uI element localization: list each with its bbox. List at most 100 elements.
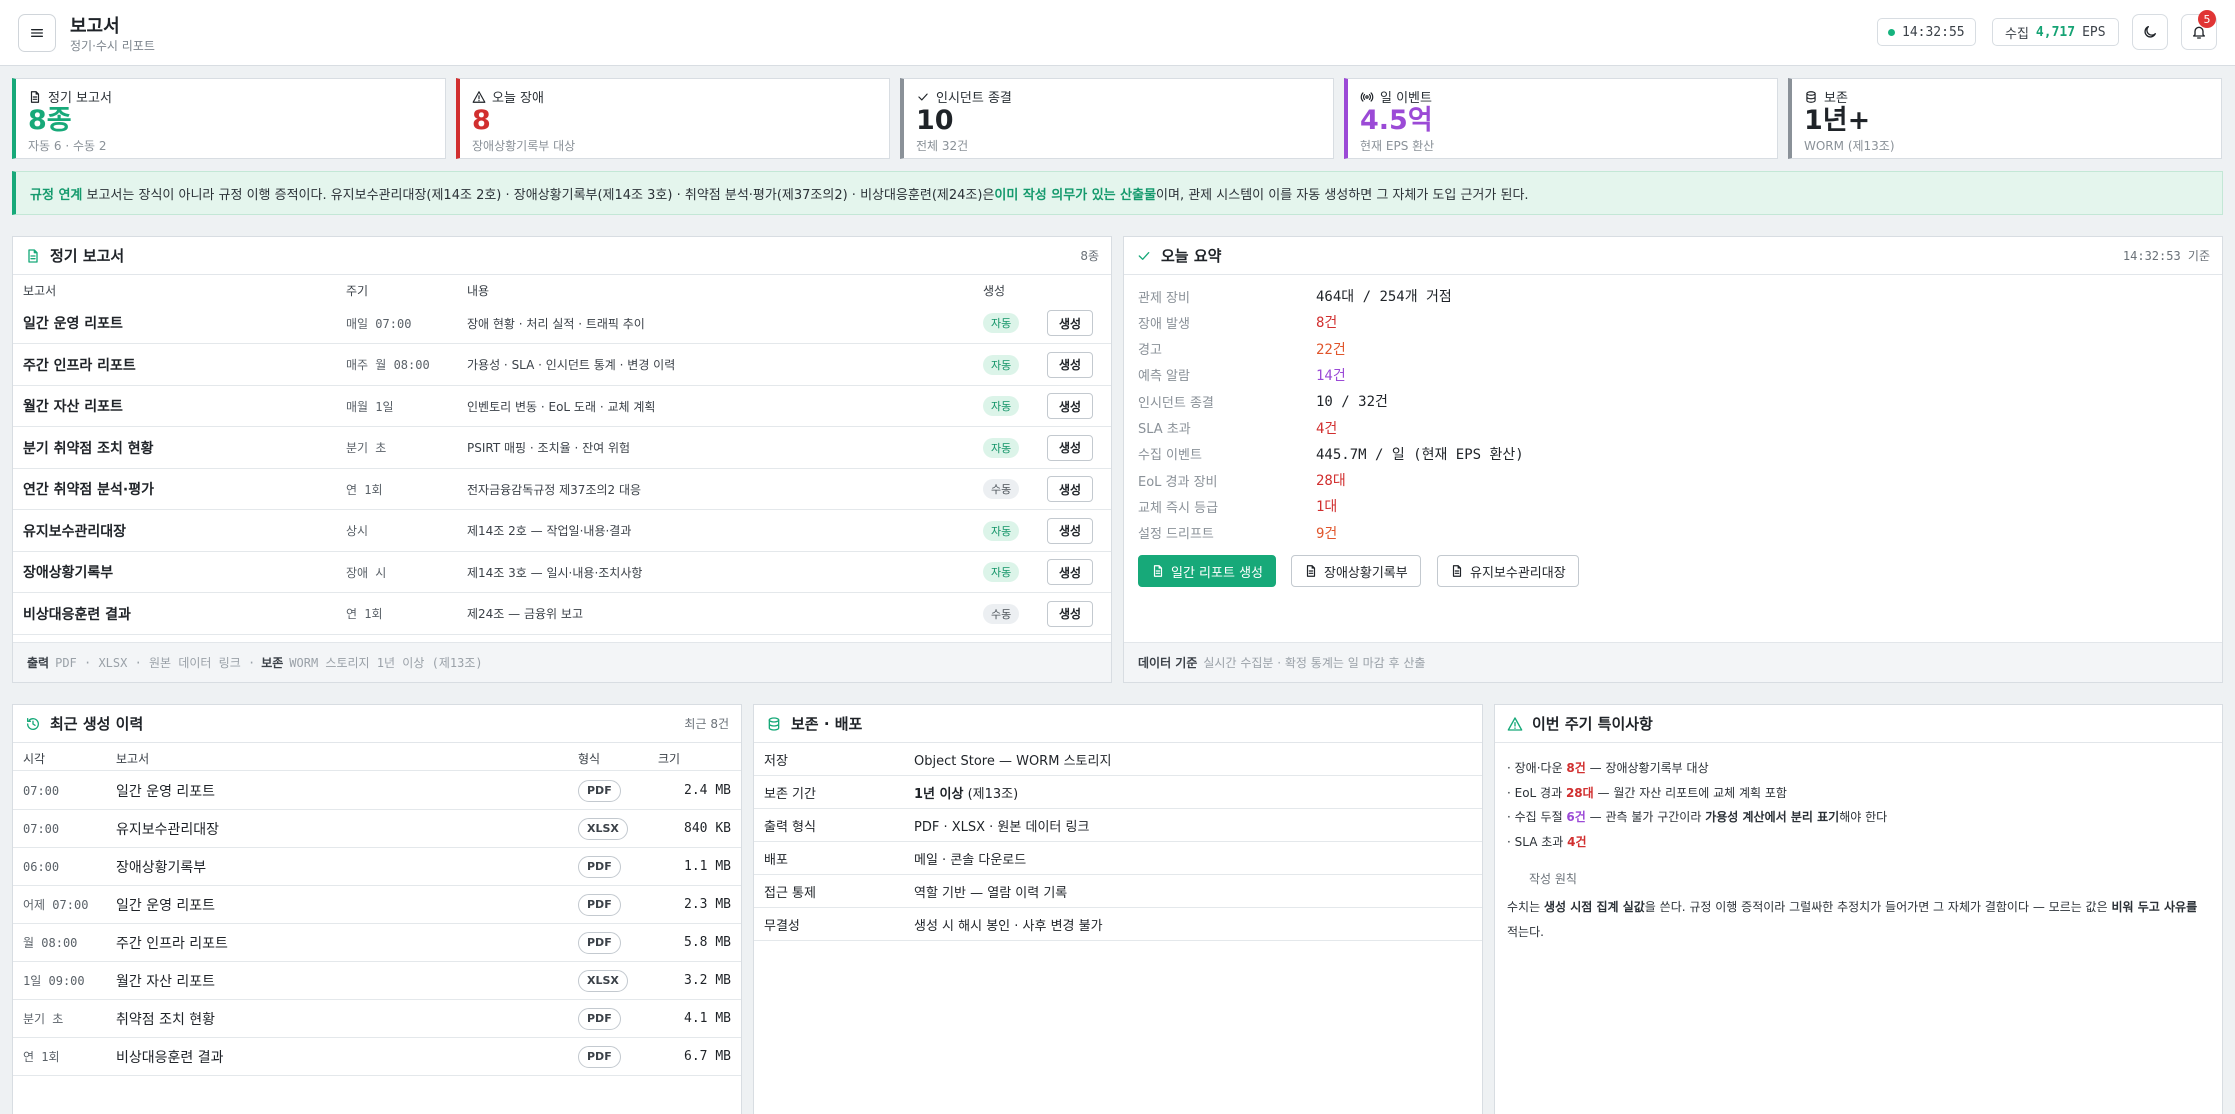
summary-row: 수집 이벤트 445.7M / 일 (현재 EPS 환산) bbox=[1138, 441, 1524, 467]
history-size: 3.2 MB bbox=[684, 973, 731, 988]
document-icon bbox=[1153, 565, 1163, 577]
col-cycle: 주기 bbox=[346, 284, 369, 298]
storage-row: 보존 기간 1년 이상 (제13조) bbox=[754, 776, 1482, 809]
incident-log-button[interactable]: 장애상황기록부 bbox=[1291, 555, 1421, 587]
theme-toggle-button[interactable] bbox=[2132, 14, 2168, 50]
report-cycle: 상시 bbox=[346, 524, 369, 538]
report-content: 장애 현황 · 처리 실적 · 트래픽 추이 bbox=[467, 316, 645, 331]
summary-panel: 오늘 요약 14:32:53 기준 관제 장비 464대 / 254개 거점 장… bbox=[1123, 236, 2223, 683]
generate-daily-report-button[interactable]: 일간 리포트 생성 bbox=[1138, 555, 1276, 587]
history-row[interactable]: 월 08:00 주간 인프라 리포트 PDF 5.8 MB bbox=[13, 924, 741, 962]
history-time: 분기 초 bbox=[23, 1012, 64, 1026]
mode-chip: 자동 bbox=[983, 313, 1020, 333]
output-value: PDF · XLSX · 원본 데이터 링크 · bbox=[55, 656, 256, 670]
col-content: 내용 bbox=[467, 284, 490, 298]
storage-row: 접근 통제 역할 기반 — 열람 이력 기록 bbox=[754, 875, 1482, 908]
principle-title: 작성 원칙 bbox=[1529, 872, 1577, 886]
history-time: 07:00 bbox=[23, 821, 60, 836]
document-icon bbox=[30, 90, 40, 103]
history-row[interactable]: 06:00 장애상황기록부 PDF 1.1 MB bbox=[13, 848, 741, 886]
summary-key: 설정 드리프트 bbox=[1138, 527, 1214, 543]
reports-title: 정기 보고서 bbox=[50, 247, 125, 265]
history-row[interactable]: 07:00 일간 운영 리포트 PDF 2.4 MB bbox=[13, 772, 741, 810]
mode-chip: 자동 bbox=[983, 396, 1020, 416]
summary-row: 교체 즉시 등급 1대 bbox=[1138, 493, 1337, 519]
storage-value: 1년 이상 (제13조) bbox=[914, 783, 1018, 802]
generate-button[interactable]: 생성 bbox=[1047, 476, 1093, 502]
maintenance-ledger-button[interactable]: 유지보수관리대장 bbox=[1437, 555, 1579, 587]
note-highlight: 28대 bbox=[1565, 785, 1594, 800]
summary-value: 22건 bbox=[1316, 341, 1346, 358]
generate-button[interactable]: 생성 bbox=[1047, 517, 1093, 544]
format-chip: XLSX bbox=[578, 817, 628, 840]
history-size: 5.8 MB bbox=[684, 935, 731, 950]
mode-chip: 수동 bbox=[983, 603, 1020, 624]
report-content: 전자금융감독규정 제37조의2 대응 bbox=[467, 482, 642, 497]
storage-value: PDF · XLSX · 원본 데이터 링크 bbox=[914, 819, 1090, 835]
storage-row: 저장 Object Store — WORM 스토리지 bbox=[754, 743, 1482, 776]
summary-value: 1대 bbox=[1316, 499, 1338, 516]
reports-footer: 출력 PDF · XLSX · 원본 데이터 링크 · 보존 WORM 스토리지… bbox=[13, 642, 1111, 682]
summary-row: EoL 경과 장비 28대 bbox=[1138, 467, 1346, 493]
note-text: — 장애상황기록부 대상 bbox=[1585, 761, 1709, 775]
generate-button[interactable]: 생성 bbox=[1047, 600, 1093, 627]
retention-value: WORM 스토리지 1년 이상 (제13조) bbox=[289, 656, 483, 670]
report-row: 비상대응훈련 결과 연 1회 제24조 — 금융위 보고 수동 생성 bbox=[13, 594, 1111, 635]
report-name: 월간 자산 리포트 bbox=[23, 399, 123, 415]
reports-panel: 정기 보고서 8종 보고서 주기 내용 생성 일간 운영 리포트 매일 07:0… bbox=[12, 236, 1112, 683]
history-name: 주간 인프라 리포트 bbox=[116, 935, 228, 952]
history-count: 최근 8건 bbox=[684, 717, 729, 731]
daily-button-label: 일간 리포트 생성 bbox=[1171, 565, 1263, 581]
generate-button[interactable]: 생성 bbox=[1047, 434, 1093, 461]
summary-key: 인시던트 종결 bbox=[1138, 395, 1214, 411]
note-text: 해야 한다 bbox=[1839, 810, 1888, 824]
history-row[interactable]: 연 1회 비상대응훈련 결과 PDF 6.7 MB bbox=[13, 1038, 741, 1076]
report-name: 분기 취약점 조치 현황 bbox=[23, 440, 154, 457]
menu-icon bbox=[31, 28, 43, 37]
generate-button[interactable]: 생성 bbox=[1047, 393, 1093, 419]
generate-button[interactable]: 생성 bbox=[1047, 351, 1093, 378]
history-size: 4.1 MB bbox=[684, 1011, 731, 1026]
history-title: 최근 생성 이력 bbox=[50, 715, 144, 733]
summary-value: 464대 / 254개 거점 bbox=[1316, 289, 1452, 305]
history-row[interactable]: 1일 09:00 월간 자산 리포트 XLSX 3.2 MB bbox=[13, 962, 741, 1000]
banner-tag: 규정 연계 bbox=[30, 187, 83, 203]
notification-badge: 5 bbox=[2198, 10, 2216, 28]
moon-icon bbox=[2144, 26, 2156, 38]
storage-key: 접근 통제 bbox=[764, 885, 816, 901]
history-time: 월 08:00 bbox=[23, 936, 78, 950]
col-history-report: 보고서 bbox=[116, 752, 150, 766]
note-text: · 수집 두절 bbox=[1507, 810, 1567, 824]
summary-key: 관제 장비 bbox=[1138, 290, 1190, 306]
warning-icon bbox=[472, 90, 486, 103]
generate-button[interactable]: 생성 bbox=[1047, 310, 1093, 336]
principle-part: 수치는 bbox=[1507, 900, 1544, 914]
menu-button[interactable] bbox=[18, 14, 56, 52]
report-row: 일간 운영 리포트 매일 07:00 장애 현황 · 처리 실적 · 트래픽 추… bbox=[13, 303, 1111, 344]
report-content: PSIRT 매핑 · 조치율 · 잔여 위험 bbox=[467, 441, 631, 455]
stat-card: 오늘 장애 8 장애상황기록부 대상 bbox=[456, 78, 890, 159]
output-label: 출력 bbox=[27, 656, 50, 670]
note-item: · 수집 두절 6건 — 관측 불가 구간이라 가용성 계산에서 분리 표기해야… bbox=[1507, 808, 1887, 825]
maint-button-label: 유지보수관리대장 bbox=[1470, 565, 1566, 581]
storage-value: 생성 시 해시 봉인 · 사후 변경 불가 bbox=[914, 918, 1103, 934]
eps-unit: EPS bbox=[2082, 24, 2106, 40]
generate-button[interactable]: 생성 bbox=[1047, 559, 1093, 585]
principle-bold: 비워 두고 사유를 bbox=[2111, 900, 2198, 914]
report-name: 유지보수관리대장 bbox=[23, 523, 127, 540]
stat-label-text: 정기 보고서 bbox=[48, 91, 112, 106]
note-item: · SLA 초과 4건 bbox=[1507, 833, 1587, 850]
history-row[interactable]: 어제 07:00 일간 운영 리포트 PDF 2.3 MB bbox=[13, 886, 741, 924]
stat-label: 오늘 장애 bbox=[472, 87, 544, 106]
history-row[interactable]: 분기 초 취약점 조치 현황 PDF 4.1 MB bbox=[13, 1000, 741, 1038]
mode-chip: 수동 bbox=[983, 479, 1020, 499]
storage-key: 배포 bbox=[764, 852, 788, 868]
storage-key: 무결성 bbox=[764, 918, 800, 934]
data-basis-value: 실시간 수집분 · 확정 통계는 일 마감 후 산출 bbox=[1203, 656, 1426, 670]
note-text: — 관측 불가 구간이라 bbox=[1585, 810, 1706, 824]
report-cycle: 매월 1일 bbox=[346, 399, 394, 414]
storage-panel: 보존 · 배포 저장 Object Store — WORM 스토리지 보존 기간 1… bbox=[753, 704, 1483, 1114]
format-chip: PDF bbox=[578, 1045, 621, 1068]
report-row: 장애상황기록부 장애 시 제14조 3호 — 일시·내용·조치사항 자동 생성 bbox=[13, 552, 1111, 593]
history-row[interactable]: 07:00 유지보수관리대장 XLSX 840 KB bbox=[13, 810, 741, 848]
